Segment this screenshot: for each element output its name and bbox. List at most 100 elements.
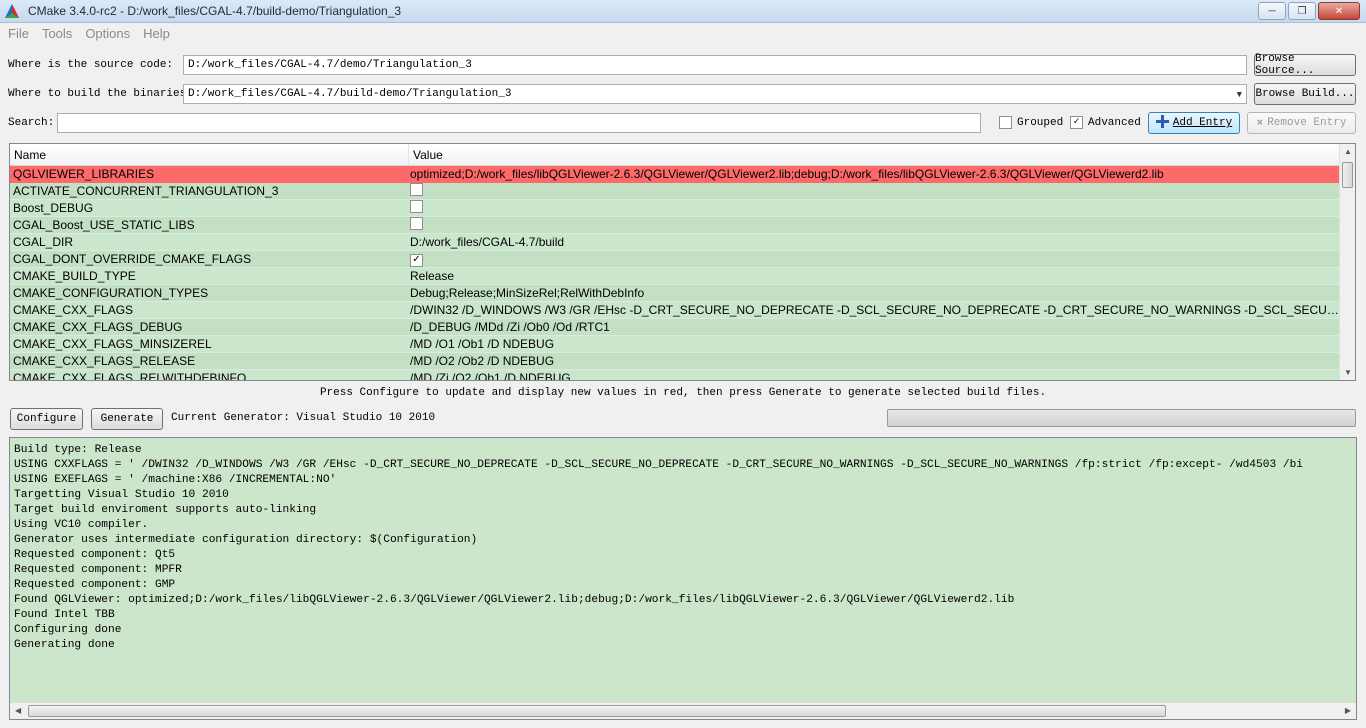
output-line: Found Intel TBB [14,609,115,621]
output-line: Target build enviroment supports auto-li… [14,504,317,516]
checked-checkbox-icon[interactable]: ✓ [410,253,423,267]
table-row[interactable]: CMAKE_CXX_FLAGS_MINSIZEREL/MD /O1 /Ob1 /… [10,336,1340,353]
scrollbar-thumb[interactable] [1342,162,1353,188]
column-header-name[interactable]: Name [10,144,409,165]
progress-bar [887,409,1356,427]
cache-entry-name: CMAKE_CXX_FLAGS_RELEASE [13,354,196,368]
close-button[interactable]: ✕ [1318,2,1360,20]
cache-entry-name: CMAKE_CXX_FLAGS [13,303,134,317]
title-bar: CMake 3.4.0-rc2 - D:/work_files/CGAL-4.7… [0,0,1366,23]
scroll-right-icon[interactable]: ▶ [1345,706,1351,715]
column-header-value[interactable]: Value [409,144,1340,165]
menu-help[interactable]: Help [143,26,170,41]
table-row[interactable]: CMAKE_CXX_FLAGS /DWIN32 /D_WINDOWS /W3 /… [10,302,1340,319]
table-header: Name Value [10,144,1340,166]
table-row[interactable]: CGAL_DONT_OVERRIDE_CMAKE_FLAGS ✓ [10,251,1340,268]
table-row[interactable]: CGAL_DIR D:/work_files/CGAL-4.7/build [10,234,1340,251]
hint-text: Press Configure to update and display ne… [319,387,1047,399]
scroll-left-icon[interactable]: ◀ [15,706,21,715]
table-row[interactable]: ACTIVATE_CONCURRENT_TRIANGULATION_3 [10,183,1340,200]
cache-entry-value[interactable]: /MD /O1 /Ob1 /D NDEBUG [407,337,1340,351]
output-line: Requested component: GMP [14,579,176,591]
source-path-input[interactable]: D:/work_files/CGAL-4.7/demo/Triangulatio… [183,55,1247,75]
output-line: Targetting Visual Studio 10 2010 [14,489,229,501]
browse-build-button[interactable]: Browse Build... [1254,83,1356,105]
table-row[interactable]: CGAL_Boost_USE_STATIC_LIBS [10,217,1340,234]
current-generator-text: Current Generator: Visual Studio 10 2010 [171,412,436,424]
output-line: Found QGLViewer: optimized;D:/work_files… [14,594,1015,606]
configure-button[interactable]: Configure [10,408,83,430]
grouped-label: Grouped [1017,116,1064,129]
window-title: CMake 3.4.0-rc2 - D:/work_files/CGAL-4.7… [28,4,402,18]
source-label: Where is the source code: [8,59,174,71]
table-row[interactable]: CMAKE_CXX_FLAGS_DEBUG/D_DEBUG /MDd /Zi /… [10,319,1340,336]
browse-source-button[interactable]: Browse Source... [1254,53,1356,77]
table-row[interactable]: CMAKE_BUILD_TYPE Release [10,268,1340,285]
scroll-up-icon[interactable]: ▲ [1344,147,1352,156]
menu-file[interactable]: File [8,26,29,41]
output-line: USING CXXFLAGS = ' /DWIN32 /D_WINDOWS /W… [14,459,1304,471]
cache-entry-checkbox[interactable]: ✓ [407,251,1340,267]
unchecked-checkbox-icon[interactable] [410,183,423,196]
restore-icon: ❐ [1297,5,1307,17]
cmake-logo-icon [4,3,20,19]
cache-entry-value[interactable]: Release [407,269,1340,283]
output-lines: Build type: Release USING CXXFLAGS = ' /D… [10,438,1356,658]
output-line: Generator uses intermediate configuratio… [14,534,478,546]
output-line: USING EXEFLAGS = ' /machine:X86 /INCREME… [14,474,337,486]
table-row[interactable]: CMAKE_CXX_FLAGS_RELEASE/MD /O2 /Ob2 /D N… [10,353,1340,370]
grouped-checkbox-box[interactable] [999,116,1012,129]
add-entry-label: Add Entry [1172,117,1233,129]
output-line: Requested component: Qt5 [14,549,176,561]
build-label: Where to build the binaries: [8,88,193,100]
cache-entry-checkbox[interactable] [407,200,1340,216]
table-row[interactable]: CMAKE_CXX_FLAGS_RELWITHDEBINFO/MD /Zi /O… [10,370,1340,381]
cache-entry-value[interactable]: /D_DEBUG /MDd /Zi /Ob0 /Od /RTC1 [407,320,1340,334]
cache-entry-name: ACTIVATE_CONCURRENT_TRIANGULATION_3 [13,184,279,198]
output-line: Build type: Release [14,444,142,456]
menu-tools[interactable]: Tools [42,26,72,41]
cache-entry-name: Boost_DEBUG [13,201,94,215]
grouped-checkbox[interactable]: Grouped [999,116,1063,129]
cache-table[interactable]: Name Value QGLVIEWER_LIBRARIES optimized;… [9,143,1356,381]
table-row[interactable]: Boost_DEBUG [10,200,1340,217]
output-line: Requested component: MPFR [14,564,182,576]
minimize-button[interactable]: ─ [1258,2,1286,20]
search-input[interactable] [57,113,981,133]
build-path-combobox[interactable]: D:/work_files/CGAL-4.7/build-demo/Triang… [183,84,1247,104]
unchecked-checkbox-icon[interactable] [410,217,423,230]
advanced-checkbox-box[interactable]: ✓ [1070,116,1083,129]
cache-entry-value[interactable]: optimized;D:/work_files/libQGLViewer-2.6… [407,167,1340,181]
search-label: Search: [8,117,55,129]
cache-entry-name: CMAKE_CXX_FLAGS_MINSIZEREL [13,337,212,351]
cache-entry-value[interactable]: D:/work_files/CGAL-4.7/build [407,235,1340,249]
cache-entry-value[interactable]: Debug;Release;MinSizeRel;RelWithDebInfo [407,286,1340,300]
generate-button[interactable]: Generate [91,408,163,430]
scrollbar-thumb[interactable] [28,705,1166,717]
scroll-down-icon[interactable]: ▼ [1344,368,1352,377]
cache-entry-value[interactable]: /MD /O2 /Ob2 /D NDEBUG [407,354,1340,368]
output-line: Configuring done [14,624,122,636]
advanced-label: Advanced [1088,116,1141,129]
table-row[interactable]: CMAKE_CONFIGURATION_TYPES Debug;Release;M… [10,285,1340,302]
cache-entry-value[interactable]: /DWIN32 /D_WINDOWS /W3 /GR /EHsc -D_CRT_… [407,303,1340,317]
dropdown-arrow-icon[interactable]: ▼ [1237,90,1242,100]
restore-button[interactable]: ❐ [1288,2,1316,20]
output-log[interactable]: Build type: Release USING CXXFLAGS = ' /D… [9,437,1357,720]
table-vertical-scrollbar[interactable]: ▲ ▼ [1339,144,1355,380]
cache-entry-name: CMAKE_BUILD_TYPE [13,269,136,283]
output-horizontal-scrollbar[interactable]: ◀ ▶ [10,702,1356,719]
x-icon: ✖ [1256,118,1264,130]
advanced-checkbox[interactable]: ✓ Advanced [1070,116,1141,129]
cache-entry-name: CMAKE_CXX_FLAGS_RELWITHDEBINFO [13,371,247,381]
menu-options[interactable]: Options [85,26,130,41]
table-row[interactable]: QGLVIEWER_LIBRARIES optimized;D:/work_fil… [10,166,1340,183]
unchecked-checkbox-icon[interactable] [410,200,423,213]
cache-entry-checkbox[interactable] [407,217,1340,233]
remove-entry-button[interactable]: ✖ Remove Entry [1247,112,1356,134]
table-body: QGLVIEWER_LIBRARIES optimized;D:/work_fil… [10,166,1340,381]
add-entry-button[interactable]: Add Entry [1148,112,1240,134]
cache-entry-name: QGLVIEWER_LIBRARIES [13,167,155,181]
cache-entry-checkbox[interactable] [407,183,1340,199]
cache-entry-value[interactable]: /MD /Zi /O2 /Ob1 /D NDEBUG [407,371,1340,380]
